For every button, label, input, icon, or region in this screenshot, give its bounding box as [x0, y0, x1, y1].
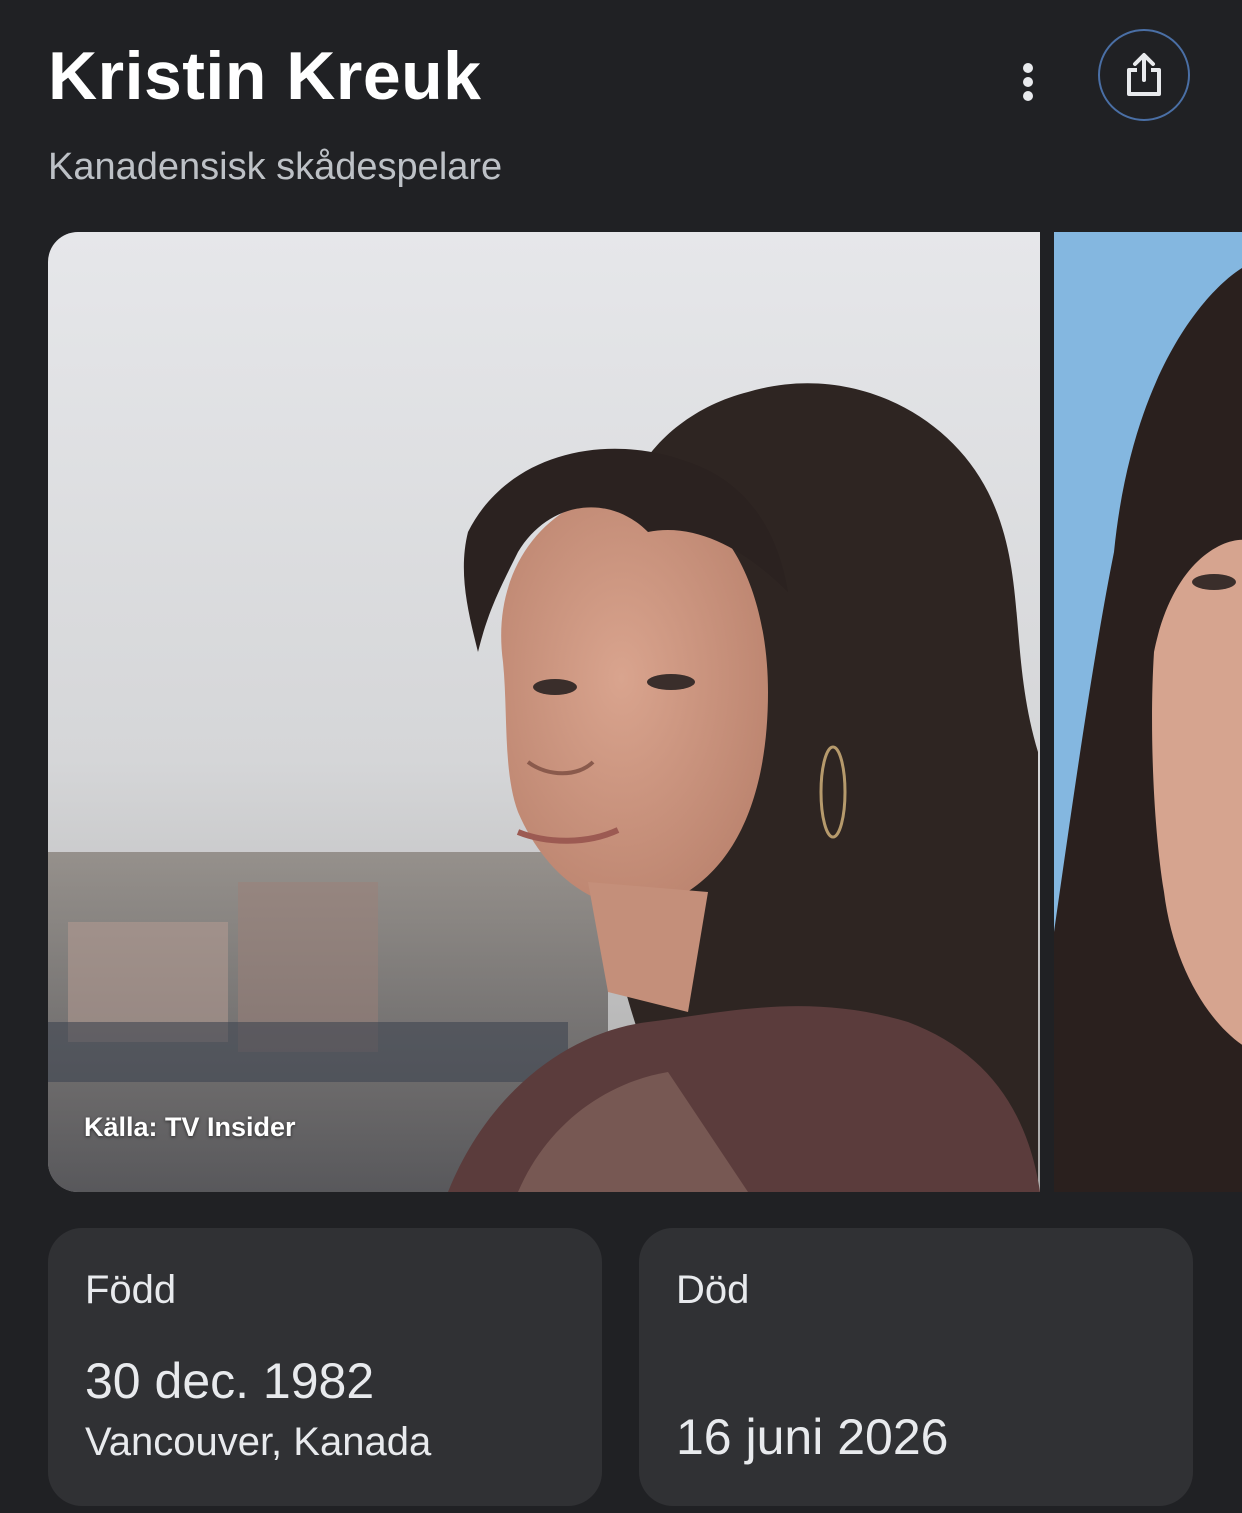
page-subtitle: Kanadensisk skådespelare — [48, 146, 503, 188]
born-label: Född — [85, 1268, 177, 1312]
more-options-button[interactable] — [1000, 50, 1056, 114]
page-title: Kristin Kreuk — [48, 38, 482, 114]
main-photo[interactable]: Källa: TV Insider — [48, 232, 1040, 1192]
share-button[interactable] — [1098, 29, 1190, 121]
more-vert-icon — [1023, 63, 1033, 101]
born-date: 30 dec. 1982 — [85, 1353, 375, 1409]
born-place: Vancouver, Kanada — [85, 1420, 432, 1464]
born-card[interactable]: Född 30 dec. 1982 Vancouver, Kanada — [48, 1228, 602, 1506]
portrait-photo — [48, 232, 1040, 1192]
portrait-photo-2 — [1054, 232, 1242, 1192]
image-carousel[interactable]: Källa: TV Insider — [48, 232, 1242, 1192]
died-card[interactable]: Död 16 juni 2026 — [639, 1228, 1193, 1506]
share-icon — [1127, 53, 1161, 96]
died-label: Död — [676, 1268, 750, 1312]
second-photo[interactable] — [1054, 232, 1242, 1192]
died-date: 16 juni 2026 — [676, 1409, 949, 1465]
image-source-caption: Källa: TV Insider — [84, 1112, 296, 1142]
